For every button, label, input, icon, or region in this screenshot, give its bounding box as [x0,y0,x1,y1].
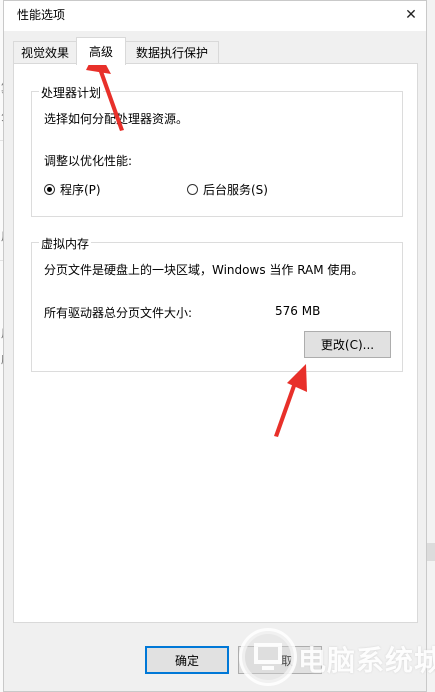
background-divider [427,543,435,561]
ok-button[interactable]: 确定 [145,646,229,674]
total-paging-file-value: 576 MB [275,304,321,318]
total-paging-file-label: 所有驱动器总分页文件大小: [44,306,193,320]
change-button[interactable]: 更改(C)... [304,331,391,358]
change-button-label: 更改(C)... [320,338,375,352]
radio-programs-label: 程序(P) [60,182,101,197]
title-bar [4,1,426,31]
radio-background-services[interactable]: 后台服务(S) [187,182,268,197]
window-title: 性能选项 [17,8,66,22]
radio-programs-indicator[interactable] [44,183,55,195]
tab-label: 视觉效果 [20,46,69,60]
cancel-button[interactable]: 取 [238,646,322,674]
tab-label: 数据执行保护 [135,46,208,60]
cancel-button-label: 取 [281,653,294,668]
tab-label: 高级 [88,45,113,59]
tab-visual-effects[interactable]: 视觉效果 [13,41,77,63]
processor-scheduling-title: 处理器计划 [39,84,104,101]
processor-scheduling-description: 选择如何分配处理器资源。 [44,112,189,126]
tab-advanced[interactable]: 高级 [76,37,126,65]
radio-programs[interactable]: 程序(P) [44,182,101,197]
tab-data-execution-prevention[interactable]: 数据执行保护 [125,41,219,63]
virtual-memory-title: 虚拟内存 [39,235,92,252]
ok-button-label: 确定 [174,653,199,668]
radio-background-services-indicator[interactable] [187,183,198,195]
radio-background-services-label: 后台服务(S) [203,182,268,197]
background-window-right [427,0,435,692]
close-button[interactable]: ✕ [397,1,425,29]
adjust-performance-label: 调整以优化性能: [44,154,133,168]
virtual-memory-description: 分页文件是硬盘上的一块区域，Windows 当作 RAM 使用。 [44,263,364,277]
close-icon: ✕ [405,7,417,23]
